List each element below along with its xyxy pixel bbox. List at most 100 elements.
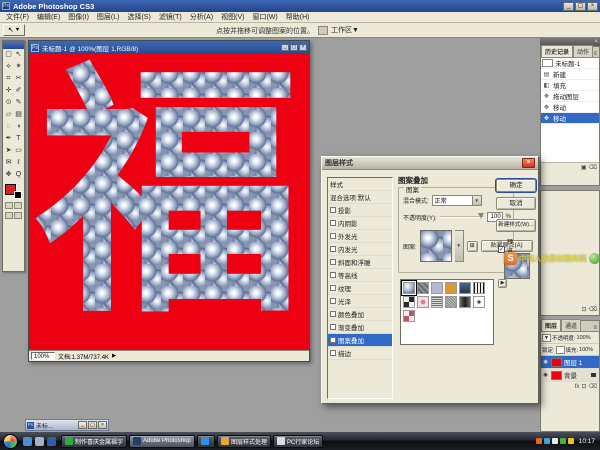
effect-checkbox[interactable] — [330, 246, 336, 252]
task-button[interactable]: Adobe Photoshop C... — [129, 434, 195, 448]
dock-close-icon[interactable]: × — [594, 39, 598, 45]
swatch-scroll-arrow[interactable]: ▶ — [498, 279, 507, 288]
tool-button[interactable]: ✛ — [4, 85, 14, 97]
workspace-switcher[interactable]: 工作区▼ — [318, 25, 359, 35]
panel-menu-icon[interactable]: ≡ — [593, 51, 599, 57]
tool-button[interactable]: ▢ — [4, 49, 14, 61]
minimize-button[interactable]: _ — [563, 1, 574, 11]
start-button[interactable] — [3, 433, 18, 449]
quick-launch-icon[interactable] — [35, 436, 44, 446]
screen-mode-button-2[interactable] — [14, 212, 22, 219]
trash-icon[interactable]: ⌫ — [589, 383, 597, 391]
effect-checkbox[interactable] — [330, 220, 336, 226]
menu-item[interactable]: 窗口(W) — [248, 12, 281, 22]
tool-button[interactable]: ✉ — [4, 157, 14, 169]
menu-item[interactable]: 文件(F) — [2, 12, 33, 22]
pattern-thumbnail[interactable] — [419, 230, 452, 262]
minimized-document-window[interactable]: Ps 未标... _ ▢ × — [25, 419, 109, 431]
task-button[interactable]: PC行家论坛 — [273, 434, 324, 448]
new-style-button[interactable]: 新建样式(W)... — [496, 219, 536, 232]
doc-maximize-button[interactable]: ▢ — [290, 44, 298, 51]
tool-button[interactable]: ✶ — [14, 61, 24, 73]
effect-checkbox[interactable] — [330, 324, 336, 330]
blend-mode-dropdown[interactable]: ▼ — [542, 333, 551, 342]
pattern-swatch[interactable] — [431, 296, 443, 308]
pattern-swatch[interactable] — [473, 282, 485, 294]
blending-options-row[interactable]: 混合选项:默认 — [328, 191, 392, 204]
new-snapshot-icon[interactable]: ▣ — [581, 164, 587, 172]
canvas[interactable]: 福 — [29, 54, 309, 350]
tool-button[interactable]: ⟡ — [4, 61, 14, 73]
pattern-swatch[interactable] — [403, 296, 415, 308]
tab-channels[interactable]: 通道 — [561, 319, 582, 331]
tool-button[interactable]: ✥ — [4, 169, 14, 181]
effect-checkbox[interactable] — [330, 272, 336, 278]
layer-row[interactable]: ◉ 背景 — [541, 369, 599, 382]
status-arrow-icon[interactable]: ▶ — [112, 353, 116, 359]
tray-icon[interactable] — [567, 438, 574, 444]
blend-mode-select[interactable]: 正常 ▼ — [431, 195, 482, 206]
quick-mask-button[interactable] — [5, 202, 13, 209]
quick-launch-icon[interactable] — [23, 436, 32, 446]
style-effect-row[interactable]: 斜面和浮雕 — [328, 256, 392, 269]
menu-item[interactable]: 帮助(H) — [282, 12, 314, 22]
styles-header-row[interactable]: 样式 — [328, 178, 392, 191]
maximize-button[interactable]: ▢ — [88, 421, 97, 429]
effect-checkbox[interactable] — [330, 285, 336, 291]
menu-item[interactable]: 图像(I) — [64, 12, 93, 22]
pattern-swatch[interactable] — [459, 296, 471, 308]
style-effect-row[interactable]: 投影 — [328, 204, 392, 217]
trash-icon[interactable]: ⌫ — [589, 306, 597, 314]
style-effect-row[interactable]: 外发光 — [328, 230, 392, 243]
task-button[interactable]: 图层样式处理 — [217, 434, 272, 448]
style-effect-row[interactable]: 图案叠加 — [328, 334, 392, 347]
history-state-row[interactable]: ✥ 移动 — [541, 102, 599, 113]
tool-button[interactable]: ℓ — [14, 157, 24, 169]
effect-checkbox[interactable] — [330, 311, 336, 317]
history-snapshot-row[interactable]: 未标题-1 — [541, 58, 599, 69]
history-state-row[interactable]: ✥ 移动 — [541, 113, 599, 124]
restore-button[interactable]: _ — [78, 421, 87, 429]
tray-icon[interactable] — [543, 438, 550, 444]
tool-button[interactable]: ➤ — [4, 145, 14, 157]
lock-buttons[interactable] — [555, 345, 565, 354]
tool-button[interactable]: ✐ — [14, 85, 24, 97]
pattern-swatch[interactable] — [459, 282, 471, 294]
menu-item[interactable]: 选择(S) — [123, 12, 154, 22]
tool-button[interactable]: ▱ — [4, 109, 14, 121]
close-button[interactable]: × — [587, 1, 598, 11]
effect-checkbox[interactable] — [330, 298, 336, 304]
tool-button[interactable]: ↖ — [14, 49, 24, 61]
tool-button[interactable]: ⌗ — [4, 73, 14, 85]
move-tool-preset[interactable]: ↖ ▼ — [3, 24, 25, 36]
pattern-swatch[interactable] — [417, 282, 429, 294]
menu-item[interactable]: 视图(V) — [217, 12, 248, 22]
menu-item[interactable]: 图层(L) — [93, 12, 124, 22]
style-effect-row[interactable]: 内阴影 — [328, 217, 392, 230]
new-layer-icon[interactable]: ⊡ — [581, 383, 586, 391]
pattern-swatch[interactable] — [431, 282, 443, 294]
zoom-level-field[interactable]: 100% — [31, 352, 55, 360]
eye-icon[interactable]: ◉ — [542, 359, 549, 365]
tool-button[interactable]: ◑ — [14, 121, 24, 133]
screen-mode-button-1[interactable] — [5, 212, 13, 219]
style-effect-row[interactable]: 颜色叠加 — [328, 308, 392, 321]
eye-icon[interactable]: ◉ — [542, 372, 549, 378]
document-title-bar[interactable]: Ps 未标题-1 @ 100%(图层 1,RGB/8) _ ▢ × — [29, 41, 309, 54]
tray-icon[interactable] — [535, 438, 542, 444]
task-button[interactable] — [197, 434, 215, 448]
opacity-value[interactable]: 100% — [577, 335, 591, 341]
tool-button[interactable]: Q — [14, 169, 24, 181]
layer-row[interactable]: ◉ 图层 1 — [541, 356, 599, 369]
tool-button[interactable]: ✎ — [14, 97, 24, 109]
opacity-slider[interactable] — [439, 213, 484, 219]
effect-checkbox[interactable] — [330, 350, 336, 356]
tab-actions[interactable]: 动作 — [573, 45, 594, 57]
trash-icon[interactable]: ⌫ — [589, 164, 597, 172]
menu-item[interactable]: 编辑(E) — [33, 12, 64, 22]
dialog-title-bar[interactable]: 图层样式 × — [322, 157, 538, 170]
style-effect-row[interactable]: 内发光 — [328, 243, 392, 256]
effect-checkbox[interactable] — [330, 233, 336, 239]
tool-button[interactable]: ▤ — [14, 109, 24, 121]
menu-item[interactable]: 滤镜(T) — [155, 12, 186, 22]
